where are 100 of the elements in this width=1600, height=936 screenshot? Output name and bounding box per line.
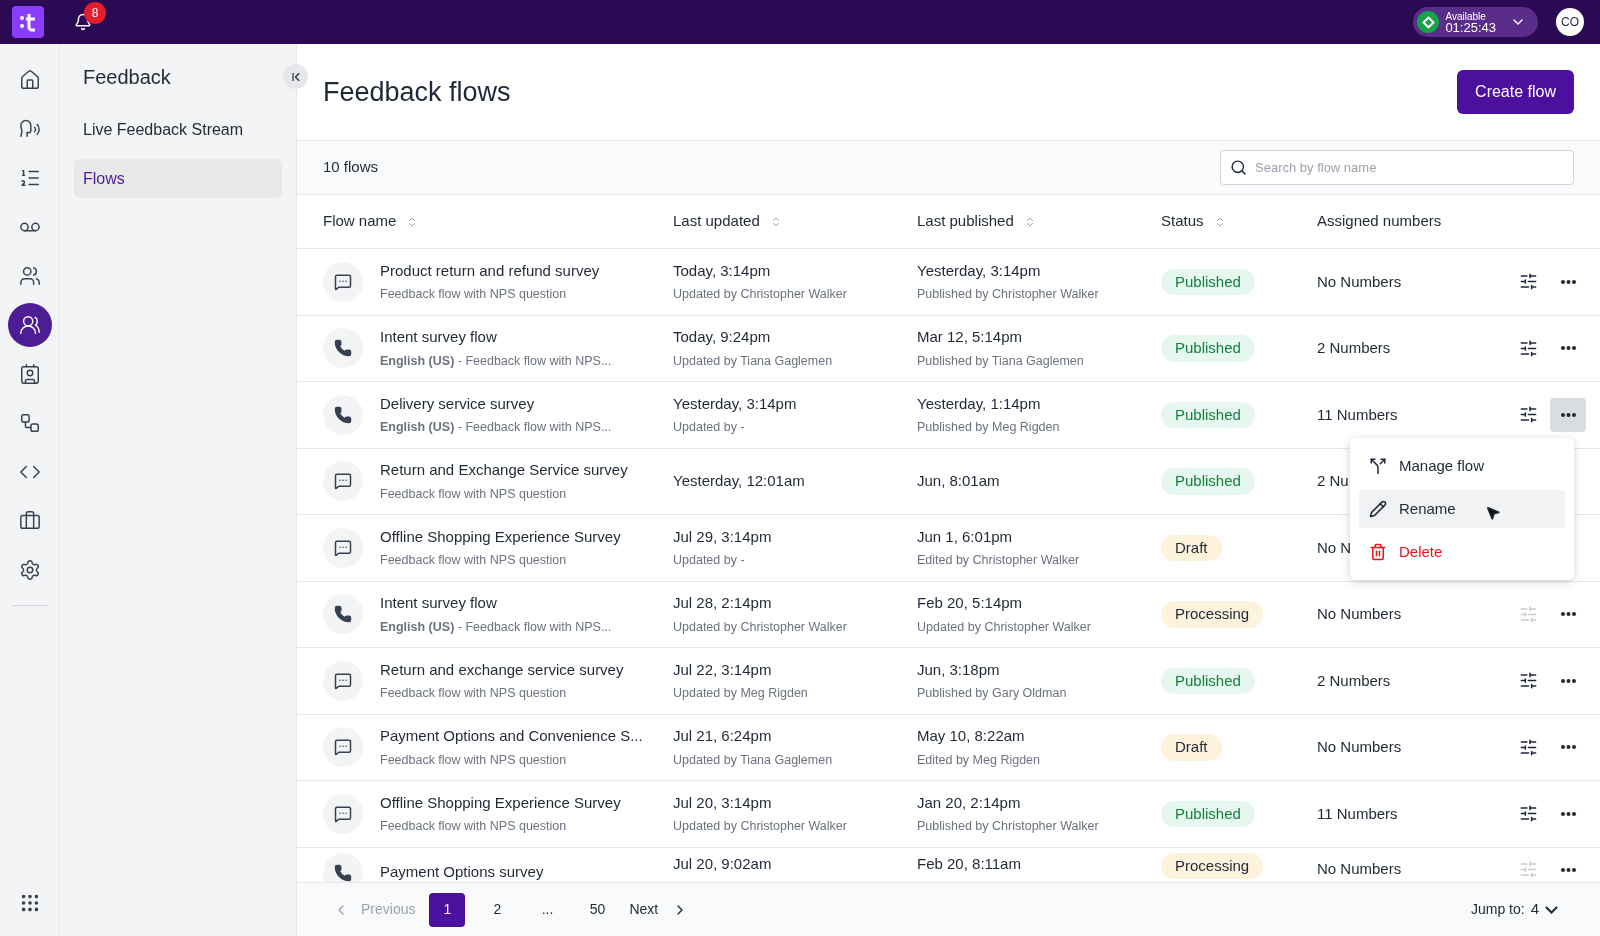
updated-date: Today, 3:14pm	[673, 260, 772, 281]
menu-item[interactable]: Rename	[1359, 490, 1565, 528]
more-button[interactable]	[1550, 397, 1586, 432]
published-date: Feb 20, 5:14pm	[917, 593, 1024, 614]
updated-by: Updated by Christopher Walker	[673, 818, 848, 836]
column-header[interactable]: Flow name	[323, 210, 397, 233]
more-icon	[1560, 867, 1576, 872]
status-badge: Draft	[1161, 734, 1222, 761]
people-icon	[18, 314, 41, 336]
sidebar-item[interactable]: Flows	[74, 159, 282, 198]
flow-description: Feedback flow with NPS question	[380, 818, 568, 836]
menu-item[interactable]: Delete	[1359, 533, 1565, 571]
updated-date: Jul 22, 3:14pm	[673, 659, 773, 680]
more-icon	[1560, 811, 1576, 816]
status-badge: Published	[1161, 335, 1255, 362]
cursor-icon	[1485, 505, 1501, 521]
published-date: Jun, 8:01am	[917, 471, 1001, 491]
updated-date: Yesterday, 12:01am	[673, 471, 806, 491]
flow-description: Feedback flow with NPS question	[380, 485, 568, 503]
flow-name[interactable]: Return and exchange service survey	[380, 658, 624, 682]
updated-date: Jul 29, 3:14pm	[673, 526, 773, 547]
flow-description: Feedback flow with NPS question	[380, 751, 568, 769]
page-button[interactable]: 2	[479, 892, 516, 927]
flow-name[interactable]: Return and Exchange Service survey	[380, 459, 628, 482]
published-date: Jan 20, 2:14pm	[917, 792, 1022, 813]
updated-by: Updated by Tiana Gaglemen	[673, 352, 834, 370]
updated-by: Updated by -	[673, 419, 746, 437]
collapse-button[interactable]	[283, 64, 308, 89]
updated-date: Jul 28, 2:14pm	[673, 593, 773, 614]
chevron-down-icon	[1545, 905, 1558, 914]
assigned-numbers: No Numbers	[1317, 271, 1402, 292]
updated-date: Jul 20, 3:14pm	[673, 792, 773, 813]
notification-icon[interactable]	[74, 13, 92, 31]
flow-name[interactable]: Intent survey flow	[380, 326, 612, 349]
status-badge: Draft	[1161, 534, 1222, 561]
assigned-numbers: No Numbers	[1317, 604, 1402, 624]
settings-icon	[18, 559, 41, 581]
status-badge: Published	[1161, 468, 1255, 495]
chat-icon	[323, 261, 363, 302]
published-by: Published by Gary Oldman	[917, 685, 1068, 703]
assigned-numbers: 11 Numbers	[1317, 404, 1398, 425]
flow-description: English (US) - Feedback flow with NPS...	[380, 419, 612, 437]
trash-icon	[1369, 543, 1387, 561]
more-icon	[1560, 678, 1576, 683]
column-header[interactable]: Last updated	[673, 210, 760, 233]
published-date: Yesterday, 1:14pm	[917, 393, 1042, 414]
status-badge: Published	[1161, 401, 1255, 428]
avatar[interactable]: CO	[1556, 8, 1584, 36]
flow-name[interactable]: Offline Shopping Experience Survey	[380, 525, 621, 549]
sidebar-item[interactable]: Live Feedback Stream	[74, 110, 282, 149]
chat-icon	[323, 660, 363, 701]
menu-item[interactable]: Manage flow	[1359, 447, 1565, 485]
search-field[interactable]: Search by flow name	[1220, 150, 1574, 185]
chat-icon	[323, 461, 363, 502]
assigned-numbers: 11 Numbers	[1317, 803, 1398, 824]
more-icon	[1560, 612, 1576, 617]
speech-icon	[18, 118, 41, 140]
more-icon	[1560, 346, 1576, 351]
flow-name[interactable]: Product return and refund survey	[380, 259, 600, 283]
updated-by: Updated by Christopher Walker	[673, 286, 848, 304]
flow-name[interactable]: Intent survey flow	[380, 592, 612, 615]
sliders-icon	[1518, 671, 1538, 691]
sidebar-title: Feedback	[82, 65, 172, 90]
logo-icon[interactable]	[12, 6, 44, 38]
flow-name[interactable]: Delivery service survey	[380, 392, 612, 416]
next-button[interactable]: Next	[629, 899, 689, 920]
chat-icon	[323, 793, 363, 834]
column-header[interactable]: Status	[1161, 210, 1204, 233]
page-button[interactable]: 1	[429, 892, 466, 927]
phone-icon	[323, 394, 363, 435]
assigned-numbers: 2 Numbers	[1317, 670, 1391, 691]
pencil-icon	[1369, 500, 1387, 518]
assigned-numbers: No N	[1317, 537, 1352, 558]
status-badge: Processing	[1161, 601, 1264, 628]
jump-label: Jump to:	[1470, 900, 1525, 919]
flow-name[interactable]: Payment Options survey	[380, 861, 544, 882]
published-date: Mar 12, 5:14pm	[917, 327, 1024, 348]
updated-date: Today, 9:24pm	[673, 327, 772, 348]
page-button[interactable]: ...	[529, 892, 566, 927]
chat-icon	[323, 527, 363, 568]
nav-button[interactable]	[7, 303, 52, 347]
create-flow-button[interactable]: Create flow	[1457, 70, 1574, 114]
published-date: Jun, 3:18pm	[917, 659, 1001, 680]
presence-label: Available	[1445, 11, 1487, 22]
notification-badge: 8	[84, 2, 106, 24]
updated-by: Updated by Christopher Walker	[673, 618, 848, 636]
column-header[interactable]: Last published	[917, 210, 1014, 233]
jump-select[interactable]: 4	[1530, 898, 1558, 921]
published-by: Updated by Christopher Walker	[917, 618, 1092, 636]
updated-by: Updated by Tiana Gaglemen	[673, 751, 834, 769]
phone-icon	[323, 594, 363, 635]
contact-card-icon	[18, 363, 41, 385]
published-date: Yesterday, 3:14pm	[917, 260, 1042, 281]
presence-button[interactable]: Available 01:25:43	[1413, 7, 1538, 37]
flow-icon	[18, 412, 41, 434]
flow-name[interactable]: Payment Options and Convenience S...	[380, 725, 643, 748]
flow-name[interactable]: Offline Shopping Experience Survey	[380, 791, 621, 815]
updated-date: Jul 20, 9:02am	[673, 853, 773, 874]
page-button[interactable]: 50	[579, 892, 616, 927]
assigned-numbers: No Numbers	[1317, 859, 1402, 880]
